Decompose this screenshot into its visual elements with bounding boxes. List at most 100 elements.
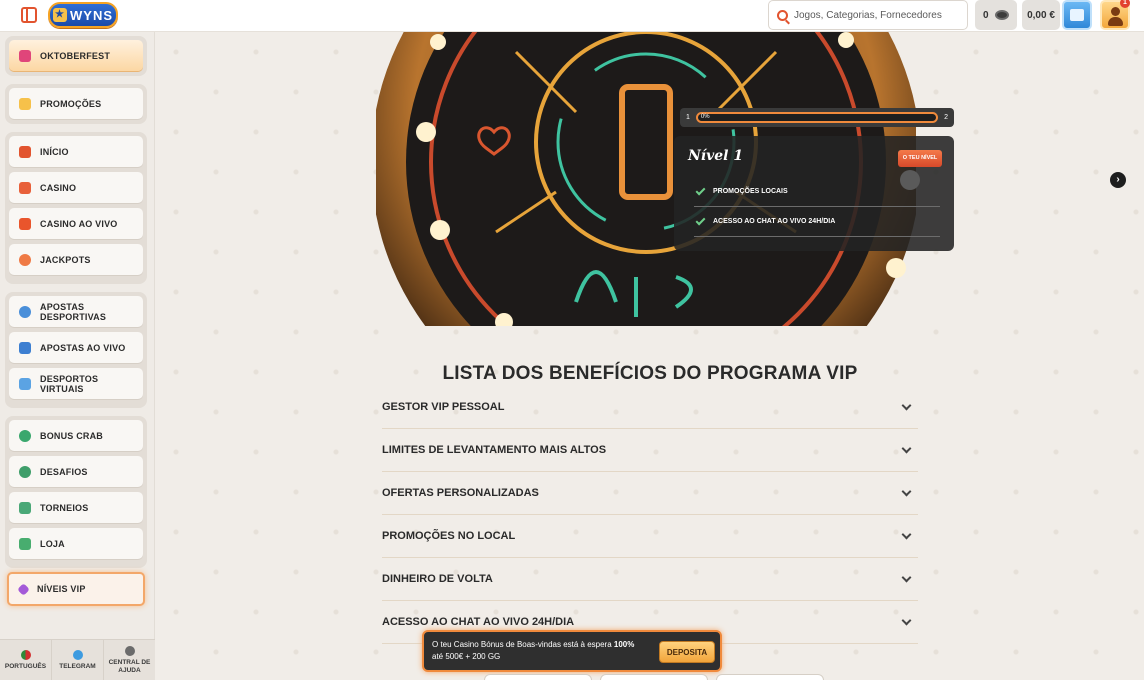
portugal-flag-icon xyxy=(20,649,31,660)
chevron-right-icon[interactable]: › xyxy=(1110,172,1126,188)
bottom-tab[interactable] xyxy=(716,674,824,680)
coin-icon xyxy=(994,10,1009,20)
benefit-accordion-item[interactable]: GESTOR VIP PESSOAL xyxy=(382,386,918,429)
sidebar-item-label: APOSTAS DESPORTIVAS xyxy=(40,301,107,322)
medal-icon xyxy=(19,465,31,478)
promo-text: O teu Casino Bónus de Boas-vindas está à… xyxy=(432,639,646,663)
sidebar-item-label: CASINO AO VIVO xyxy=(40,218,118,229)
brand-logo[interactable]: ★ WYNS xyxy=(48,2,118,28)
sports-group: APOSTAS DESPORTIVAS APOSTAS AO VIVO DESP… xyxy=(5,292,147,408)
check-icon xyxy=(695,215,706,225)
check-icon xyxy=(695,185,706,195)
progress-track: 0% xyxy=(695,112,939,123)
chevron-down-icon xyxy=(901,572,912,582)
sidebar-item-loja[interactable]: LOJA xyxy=(9,528,143,559)
level-title: Nível 1 xyxy=(688,148,744,164)
benefits-title: LISTA DOS BENEFÍCIOS DO PROGRAMA VIP xyxy=(442,363,858,384)
sidebar-item-niveis-vip[interactable]: NÍVEIS VIP xyxy=(7,572,145,606)
balance-display[interactable]: 0,00 € xyxy=(1022,0,1060,30)
sidebar-item-casino[interactable]: CASINO xyxy=(9,172,143,203)
chevron-down-icon xyxy=(901,529,912,539)
help-center-link[interactable]: CENTRAL DE AJUDA xyxy=(104,640,155,680)
level-perk: PROMOÇÕES LOCAIS xyxy=(694,177,940,207)
sidebar-item-apostas-desportivas[interactable]: APOSTAS DESPORTIVAS xyxy=(9,296,143,327)
sidebar-toggle-icon[interactable] xyxy=(21,7,37,23)
slot-machine-icon xyxy=(19,181,31,194)
benefit-label: GESTOR VIP PESSOAL xyxy=(382,401,505,413)
coins-counter[interactable]: 0 xyxy=(975,0,1017,30)
sidebar-item-label: INÍCIO xyxy=(40,146,69,157)
gift-icon xyxy=(19,97,31,110)
sidebar-item-label: DESAFIOS xyxy=(40,466,88,477)
progress-from-level: 1 xyxy=(686,114,690,121)
perk-label: PROMOÇÕES LOCAIS xyxy=(713,188,788,195)
sidebar-item-inicio[interactable]: INÍCIO xyxy=(9,136,143,167)
benefit-accordion-item[interactable]: PROMOÇÕES NO LOCAL xyxy=(382,515,918,558)
search-icon xyxy=(777,9,788,21)
language-label: PORTUGUÊS xyxy=(4,662,47,670)
level-card: Nível 1 O TEU NÍVEL PROMOÇÕES LOCAIS ACE… xyxy=(674,136,954,251)
sidebar-item-label: NÍVEIS VIP xyxy=(37,584,86,594)
bottom-tab[interactable] xyxy=(600,674,708,680)
current-level-badge: O TEU NÍVEL xyxy=(898,150,942,167)
chevron-down-icon xyxy=(901,615,912,625)
sidebar-item-label: APOSTAS AO VIVO xyxy=(40,342,126,353)
deposit-button[interactable]: DEPOSITA xyxy=(659,641,715,663)
sidebar-item-casino-ao-vivo[interactable]: CASINO AO VIVO xyxy=(9,208,143,239)
diamond-icon xyxy=(17,582,30,596)
benefit-accordion-item[interactable]: LIMITES DE LEVANTAMENTO MAIS ALTOS xyxy=(382,429,918,472)
beer-icon xyxy=(19,49,31,62)
search-box[interactable] xyxy=(768,0,968,30)
live-badge-icon xyxy=(19,341,31,354)
benefit-label: OFERTAS PERSONALIZADAS xyxy=(382,487,539,499)
bottom-tabs xyxy=(484,674,824,680)
sidebar-item-desportos-virtuais[interactable]: DESPORTOS VIRTUAIS xyxy=(9,368,143,399)
logo-badge-icon: ★ xyxy=(53,8,67,22)
sidebar-item-desafios[interactable]: DESAFIOS xyxy=(9,456,143,487)
live-casino-icon xyxy=(19,217,31,230)
sidebar-footer: PORTUGUÊS TELEGRAM CENTRAL DE AJUDA xyxy=(0,639,155,680)
sidebar-item-label: LOJA xyxy=(40,538,65,549)
promo-text-line2: até 500€ + 200 GG xyxy=(432,652,501,661)
sidebar-item-jackpots[interactable]: JACKPOTS xyxy=(9,244,143,275)
podium-icon xyxy=(19,501,31,514)
sidebar-item-label: PROMOÇÕES xyxy=(40,98,102,109)
sidebar: OKTOBERFEST PROMOÇÕES INÍCIO CASINO CASI… xyxy=(0,32,155,680)
featured-group-2: PROMOÇÕES xyxy=(5,84,147,124)
help-label: CENTRAL DE AJUDA xyxy=(108,658,151,674)
sidebar-item-label: TORNEIOS xyxy=(40,502,89,513)
sidebar-item-label: DESPORTOS VIRTUAIS xyxy=(40,373,99,394)
monitor-icon xyxy=(19,377,31,390)
search-input[interactable] xyxy=(794,9,954,21)
telegram-icon xyxy=(72,649,83,660)
sidebar-item-label: JACKPOTS xyxy=(40,254,91,265)
sidebar-item-promocoes[interactable]: PROMOÇÕES xyxy=(9,88,143,119)
sidebar-item-bonus-crab[interactable]: BONUS CRAB xyxy=(9,420,143,451)
coins-value: 0 xyxy=(983,9,989,21)
benefit-label: DINHEIRO DE VOLTA xyxy=(382,573,493,585)
language-selector[interactable]: PORTUGUÊS xyxy=(0,640,52,680)
telegram-link[interactable]: TELEGRAM xyxy=(52,640,104,680)
ball-icon xyxy=(19,305,31,318)
benefit-label: ACESSO AO CHAT AO VIVO 24H/DIA xyxy=(382,616,575,628)
progress-to-level: 2 xyxy=(944,114,948,121)
sidebar-item-oktoberfest[interactable]: OKTOBERFEST xyxy=(9,40,143,71)
crab-icon xyxy=(19,429,31,442)
sidebar-item-torneios[interactable]: TORNEIOS xyxy=(9,492,143,523)
telegram-label: TELEGRAM xyxy=(59,662,96,670)
benefit-accordion-item[interactable]: DINHEIRO DE VOLTA xyxy=(382,558,918,601)
bottom-tab[interactable] xyxy=(484,674,592,680)
promo-text-bold: 100% xyxy=(613,640,635,649)
top-bar: ★ WYNS 0 0,00 € 1 xyxy=(0,0,1144,32)
benefit-accordion-item[interactable]: OFERTAS PERSONALIZADAS xyxy=(382,472,918,515)
main-content: 1 0% 2 Nível 1 O TEU NÍVEL PROMOÇÕES LOC… xyxy=(156,32,1144,680)
wallet-button[interactable] xyxy=(1062,0,1092,30)
vip-progress-bar: 1 0% 2 xyxy=(680,108,954,127)
sidebar-item-apostas-ao-vivo[interactable]: APOSTAS AO VIVO xyxy=(9,332,143,363)
clover-icon xyxy=(19,253,31,266)
chevron-down-icon xyxy=(901,486,912,496)
promo-text-prefix: O teu Casino Bónus de Boas-vindas está à… xyxy=(432,640,614,649)
casino-group: INÍCIO CASINO CASINO AO VIVO JACKPOTS xyxy=(5,132,147,284)
sidebar-item-label: OKTOBERFEST xyxy=(40,50,111,61)
chevron-down-icon xyxy=(901,400,912,410)
